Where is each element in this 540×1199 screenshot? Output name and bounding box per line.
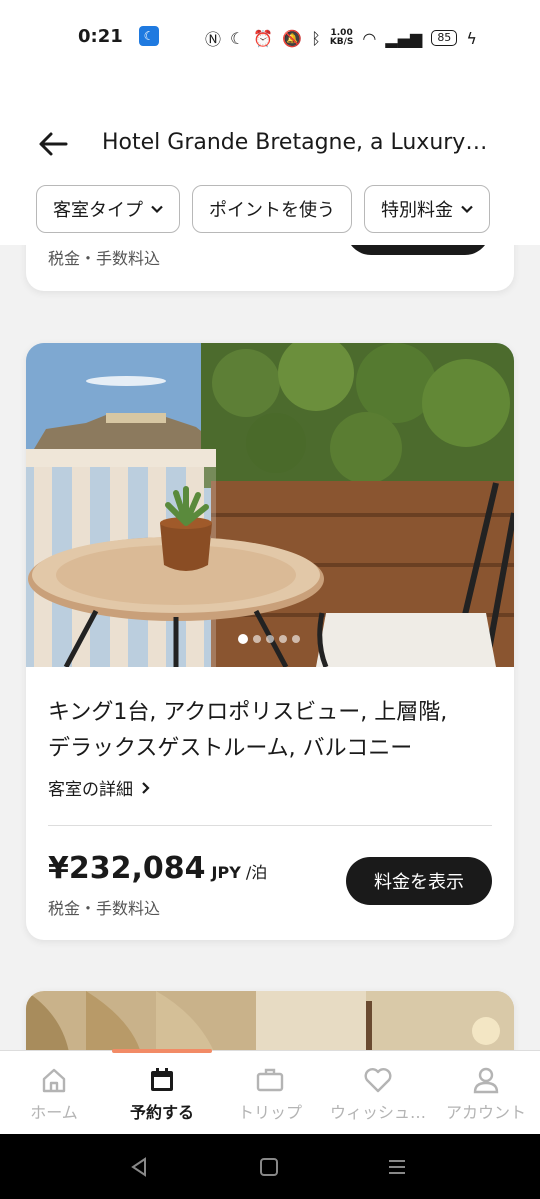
nav-home[interactable]: ホーム (0, 1051, 108, 1134)
room-list[interactable]: 税金・手数料込 キング1台, アクロポリスビュー, 上層階, デラックスゲストル… (0, 245, 540, 1050)
room-details-link[interactable]: 客室の詳細 (48, 775, 151, 800)
charging-icon: ϟ (466, 28, 477, 48)
moon-app-icon: ☾ (139, 26, 159, 46)
currency-code: JPY (211, 863, 241, 882)
chevron-right-icon (142, 781, 150, 794)
chevron-down-icon (151, 205, 163, 214)
tax-note: 税金・手数料込 (48, 899, 161, 918)
filter-label: 特別料金 (381, 200, 453, 221)
pagination-dot[interactable] (279, 635, 287, 643)
nav-book[interactable]: 予約する (108, 1049, 216, 1134)
per-night: /泊 (245, 863, 268, 882)
battery-indicator: 85 (431, 30, 458, 46)
chevron-down-icon (461, 205, 473, 214)
home-square-icon[interactable] (258, 1156, 280, 1178)
pagination-dot[interactable] (253, 635, 261, 643)
nav-account[interactable]: アカウント (432, 1051, 540, 1134)
signal-icon: ▂▄▆ (385, 28, 423, 48)
room-details-label: 客室の詳細 (48, 780, 133, 800)
pagination-dot[interactable] (266, 635, 274, 643)
back-arrow-icon[interactable] (36, 126, 72, 162)
divider (48, 825, 492, 826)
filter-label: ポイントを使う (209, 200, 335, 221)
room-name-line: キング1台, アクロポリスビュー, 上層階, (48, 700, 448, 725)
nav-label: 予約する (129, 1103, 194, 1122)
room-card-next[interactable] (26, 991, 514, 1050)
header: Hotel Grande Bretagne, a Luxury… 客室タイプ ポ… (0, 70, 540, 245)
heart-icon (364, 1068, 392, 1093)
filter-bar: 客室タイプ ポイントを使う 特別料金 (36, 185, 490, 233)
room-photo[interactable] (26, 343, 514, 667)
filter-room-type[interactable]: 客室タイプ (36, 185, 180, 233)
nav-label: アカウント (445, 1103, 526, 1122)
person-icon (473, 1067, 499, 1094)
filter-label: 客室タイプ (53, 200, 143, 221)
filter-use-points[interactable]: ポイントを使う (192, 185, 352, 233)
price-amount: ¥232,084 (48, 851, 206, 886)
show-rate-button[interactable]: 料金を表示 (346, 857, 492, 905)
photo-pagination (238, 634, 300, 644)
room-name-line: デラックスゲストルーム, バルコニー (48, 736, 413, 761)
net-speed: 1.00 KB/S (329, 28, 354, 47)
home-icon (42, 1068, 66, 1093)
price-row: ¥232,084 JPY /泊 (48, 851, 267, 886)
room-card: キング1台, アクロポリスビュー, 上層階, デラックスゲストルーム, バルコニ… (26, 343, 514, 940)
show-rate-button[interactable] (346, 245, 490, 255)
alarm-icon: ⏰ (253, 28, 274, 48)
system-nav-bar (0, 1134, 540, 1199)
recents-menu-icon[interactable] (386, 1156, 408, 1178)
room-photo[interactable] (26, 991, 514, 1050)
nav-trips[interactable]: トリップ (216, 1051, 324, 1134)
calendar-icon (151, 1068, 173, 1091)
wifi-icon: ◠ (362, 28, 377, 48)
status-time: 0:21 (78, 26, 123, 47)
page-title: Hotel Grande Bretagne, a Luxury… (102, 130, 488, 155)
status-bar: 0:21 ☾ Ⓝ ☾ ⏰ 🔕 ᛒ 1.00 KB/S ◠ ▂▄▆ 85 ϟ (0, 0, 540, 70)
dnd-moon-icon: ☾ (230, 28, 245, 48)
bluetooth-icon: ᛒ (311, 28, 321, 48)
nav-label: ホーム (30, 1103, 78, 1122)
pagination-dot[interactable] (292, 635, 300, 643)
nfc-icon: Ⓝ (205, 30, 222, 49)
room-card-previous: 税金・手数料込 (26, 245, 514, 291)
active-tab-indicator (112, 1049, 212, 1053)
mute-icon: 🔕 (282, 28, 303, 48)
nav-wishlist[interactable]: ウィッシュ… (324, 1051, 432, 1134)
status-icons: Ⓝ ☾ ⏰ 🔕 ᛒ 1.00 KB/S ◠ ▂▄▆ 85 ϟ (205, 26, 477, 50)
pagination-dot[interactable] (238, 634, 248, 644)
bottom-nav: ホーム 予約する トリップ ウィッシュ… アカウント (0, 1049, 540, 1134)
nav-label: ウィッシュ… (329, 1103, 426, 1122)
tax-note: 税金・手数料込 (48, 249, 161, 268)
price-unit: JPY /泊 (212, 859, 268, 883)
filter-special-rates[interactable]: 特別料金 (364, 185, 490, 233)
back-triangle-icon[interactable] (128, 1156, 150, 1178)
room-name: キング1台, アクロポリスビュー, 上層階, デラックスゲストルーム, バルコニ… (48, 695, 498, 767)
briefcase-icon (256, 1068, 284, 1092)
nav-label: トリップ (237, 1103, 302, 1122)
